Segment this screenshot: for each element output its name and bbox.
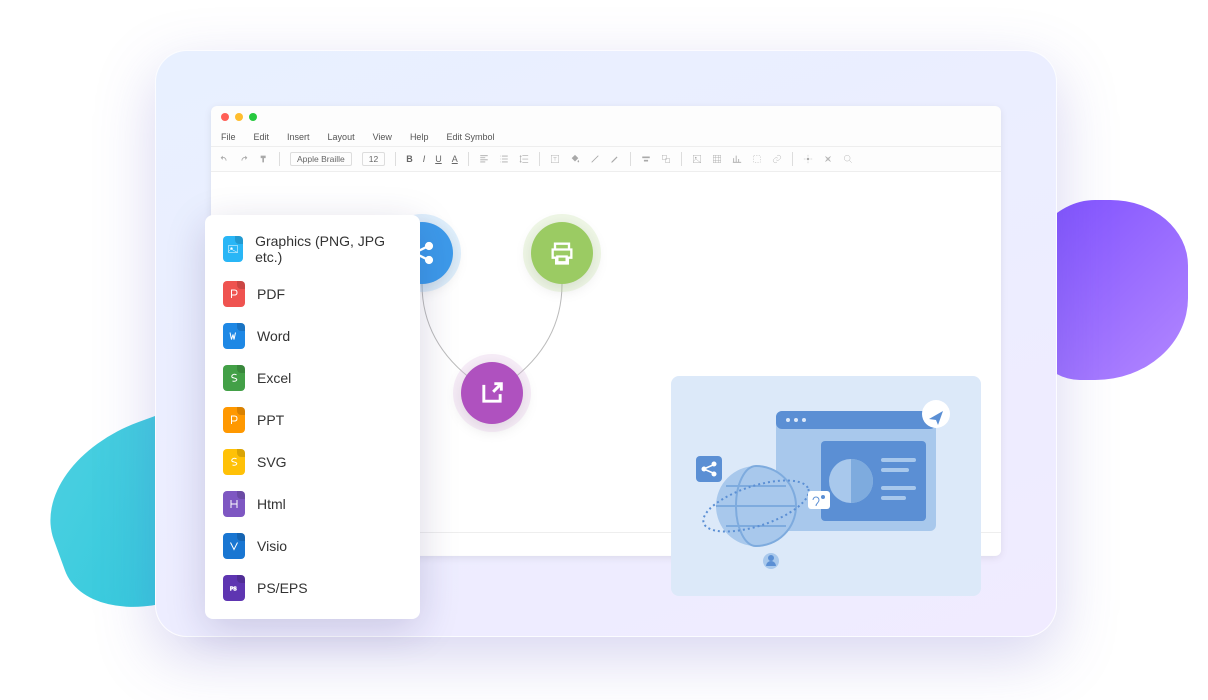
export-label: Visio [257, 538, 287, 554]
menu-layout[interactable]: Layout [328, 132, 355, 142]
group-icon[interactable] [661, 154, 671, 164]
export-graphics[interactable]: Graphics (PNG, JPG etc.) [205, 225, 420, 273]
export-word[interactable]: Word [205, 315, 420, 357]
export-label: Word [257, 328, 290, 344]
align-left-icon[interactable] [479, 154, 489, 164]
export-visio[interactable]: Visio [205, 525, 420, 567]
export-label: PPT [257, 412, 284, 428]
link-icon[interactable] [772, 154, 782, 164]
svg-text:PS: PS [230, 587, 237, 593]
pen-icon[interactable] [610, 154, 620, 164]
export-label: PDF [257, 286, 285, 302]
export-label: Excel [257, 370, 291, 386]
excel-file-icon [223, 365, 245, 391]
list-icon[interactable] [499, 154, 509, 164]
text-box-icon[interactable] [550, 154, 560, 164]
image-icon[interactable] [692, 154, 702, 164]
export-ps-eps[interactable]: PS PS/EPS [205, 567, 420, 609]
line-spacing-icon[interactable] [519, 154, 529, 164]
export-menu: Graphics (PNG, JPG etc.) PDF Word Excel … [205, 215, 420, 619]
zoom-icon[interactable] [843, 154, 853, 164]
window-titlebar [211, 106, 1001, 128]
share-icon [408, 239, 436, 267]
export-pdf[interactable]: PDF [205, 273, 420, 315]
format-painter-icon[interactable] [259, 154, 269, 164]
underline-icon[interactable]: U [435, 154, 442, 164]
font-selector[interactable]: Apple Braille [290, 152, 352, 166]
ps-file-icon: PS [223, 575, 245, 601]
font-size-selector[interactable]: 12 [362, 152, 385, 166]
ppt-file-icon [223, 407, 245, 433]
export-node[interactable] [461, 362, 523, 424]
export-label: SVG [257, 454, 287, 470]
italic-icon[interactable]: I [423, 154, 426, 164]
settings-icon[interactable] [823, 154, 833, 164]
export-svg[interactable]: SVG [205, 441, 420, 483]
export-excel[interactable]: Excel [205, 357, 420, 399]
redo-icon[interactable] [239, 154, 249, 164]
menu-view[interactable]: View [373, 132, 392, 142]
toolbar: Apple Braille 12 B I U A [211, 146, 1001, 172]
bold-icon[interactable]: B [406, 154, 413, 164]
menu-help[interactable]: Help [410, 132, 429, 142]
table-icon[interactable] [712, 154, 722, 164]
menu-insert[interactable]: Insert [287, 132, 310, 142]
undo-icon[interactable] [219, 154, 229, 164]
visio-file-icon [223, 533, 245, 559]
html-file-icon [223, 491, 245, 517]
word-file-icon [223, 323, 245, 349]
export-label: Html [257, 496, 286, 512]
close-icon[interactable] [221, 113, 229, 121]
svg-file-icon [223, 449, 245, 475]
image-file-icon [223, 236, 243, 262]
minimize-icon[interactable] [235, 113, 243, 121]
fill-icon[interactable] [570, 154, 580, 164]
menubar: File Edit Insert Layout View Help Edit S… [211, 128, 1001, 146]
export-ppt[interactable]: PPT [205, 399, 420, 441]
pdf-file-icon [223, 281, 245, 307]
line-icon[interactable] [590, 154, 600, 164]
clip-icon[interactable] [752, 154, 762, 164]
illustration-panel [671, 376, 981, 596]
font-color-icon[interactable]: A [452, 154, 458, 164]
export-label: Graphics (PNG, JPG etc.) [255, 233, 402, 265]
align-tool-icon[interactable] [641, 154, 651, 164]
export-icon [478, 379, 506, 407]
globe-share-illustration [696, 396, 956, 576]
menu-file[interactable]: File [221, 132, 236, 142]
component-icon[interactable] [803, 154, 813, 164]
export-html[interactable]: Html [205, 483, 420, 525]
chart-icon[interactable] [732, 154, 742, 164]
maximize-icon[interactable] [249, 113, 257, 121]
export-label: PS/EPS [257, 580, 308, 596]
print-icon [548, 239, 576, 267]
menu-edit[interactable]: Edit [254, 132, 270, 142]
menu-edit-symbol[interactable]: Edit Symbol [446, 132, 494, 142]
print-node[interactable] [531, 222, 593, 284]
